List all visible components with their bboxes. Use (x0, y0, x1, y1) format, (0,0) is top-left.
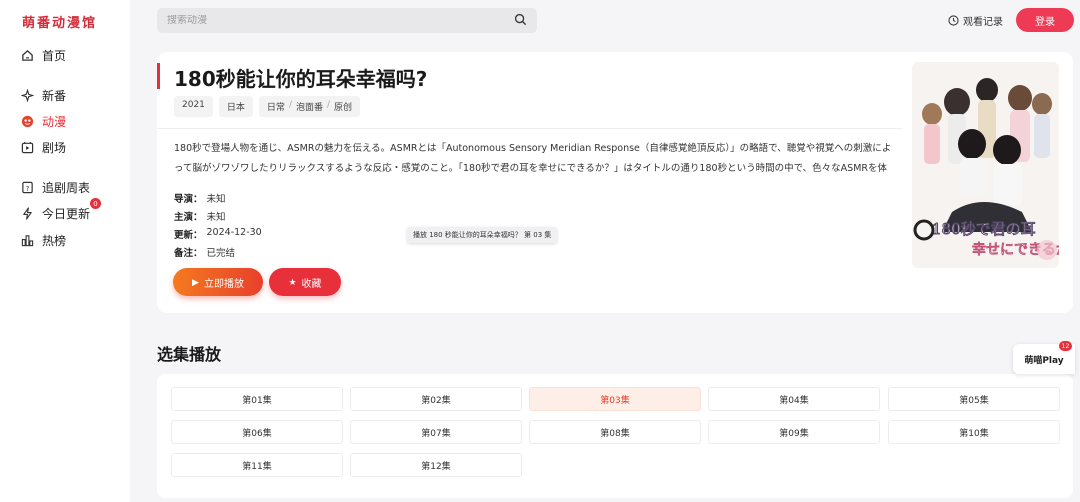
floating-widget-label: 萌喵Play (1024, 355, 1064, 366)
sidebar-item-today[interactable]: 今日更新 0 (20, 198, 101, 222)
tag-genre[interactable]: 原创 (334, 100, 352, 113)
watch-history-label: 观看记录 (963, 17, 1003, 28)
search-bar (157, 8, 537, 33)
meta-updated: 更新： 2024-12-30 (174, 227, 262, 241)
episode-button[interactable]: 第12集 (350, 453, 522, 477)
notification-badge: 0 (90, 198, 101, 209)
calendar-question-icon: ? (20, 181, 34, 195)
meta-label: 更新： (174, 230, 203, 241)
tag-separator: / (327, 100, 331, 110)
sidebar-item-schedule[interactable]: ? 追剧周表 (20, 179, 90, 196)
episode-button[interactable]: 第10集 (888, 420, 1060, 444)
episodes-section-title: 选集播放 (157, 345, 222, 364)
meta-director: 导演： 未知 (174, 191, 226, 205)
tag-genre[interactable]: 日常 (267, 100, 285, 113)
clock-icon (948, 15, 959, 26)
episode-button-active[interactable]: 第03集 (529, 387, 701, 411)
sidebar-item-theater[interactable]: 剧场 (20, 139, 66, 156)
title-accent-bar (157, 63, 160, 89)
sidebar: 萌番动漫馆 首页 新番 动漫 剧场 ? 追剧周表 今日更新 0 热榜 (0, 0, 130, 502)
play-now-label: 立即播放 (203, 278, 244, 290)
episode-button[interactable]: 第01集 (171, 387, 343, 411)
play-tooltip: 播放 180 秒能让你的耳朵幸福吗？ 第 03 集 (407, 227, 558, 243)
meta-note: 备注： 已完结 (174, 245, 235, 259)
sidebar-item-label: 追剧周表 (42, 181, 91, 195)
sidebar-item-ranking[interactable]: 热榜 (20, 232, 66, 249)
meta-label: 备注： (174, 248, 203, 259)
episode-button[interactable]: 第09集 (708, 420, 880, 444)
poster-image[interactable]: 180秒で君の耳 幸せにできるか (912, 62, 1059, 268)
meta-cast: 主演： 未知 (174, 209, 226, 223)
svg-text:180秒で君の耳: 180秒で君の耳 (932, 220, 1036, 238)
sidebar-item-label: 首页 (42, 49, 67, 63)
theater-icon (20, 141, 34, 155)
episode-button[interactable]: 第08集 (529, 420, 701, 444)
episode-button[interactable]: 第07集 (350, 420, 522, 444)
site-logo[interactable]: 萌番动漫馆 (22, 12, 97, 31)
episode-button[interactable]: 第11集 (171, 453, 343, 477)
favorite-button[interactable]: ★ 收藏 (269, 268, 341, 296)
episode-button[interactable]: 第06集 (171, 420, 343, 444)
login-button[interactable]: 登录 (1016, 8, 1074, 32)
meta-label: 主演： (174, 212, 203, 223)
lightning-icon (20, 207, 34, 221)
anime-detail-card: 180秒能让你的耳朵幸福吗? 2021 日本 日常 / 泡面番 / 原创 180… (157, 52, 1073, 313)
sidebar-item-label: 动漫 (42, 115, 67, 129)
watch-history-link[interactable]: 观看记录 (948, 13, 1003, 28)
play-now-button[interactable]: ▶ 立即播放 (173, 268, 263, 296)
sidebar-item-label: 剧场 (42, 141, 67, 155)
episode-button[interactable]: 第05集 (888, 387, 1060, 411)
sidebar-item-label: 今日更新 (42, 207, 91, 221)
svg-text:?: ? (25, 185, 29, 193)
sidebar-item-label: 新番 (42, 89, 67, 103)
episode-grid: 第01集 第02集 第03集 第04集 第05集 第06集 第07集 第08集 … (157, 374, 1073, 498)
tag-genres: 日常 / 泡面番 / 原创 (258, 96, 361, 117)
search-input[interactable] (167, 15, 514, 26)
chart-icon (20, 234, 34, 248)
star-icon: ★ (288, 276, 297, 287)
play-icon: ▶ (192, 276, 199, 287)
favorite-label: 收藏 (301, 278, 322, 290)
anime-icon (20, 115, 34, 129)
sidebar-item-new[interactable]: 新番 (20, 87, 66, 104)
tag-year[interactable]: 2021 (174, 96, 213, 117)
floating-widget-badge: 12 (1059, 341, 1072, 351)
meta-value: 未知 (206, 212, 226, 223)
home-icon (20, 49, 34, 63)
meta-value: 已完结 (206, 248, 236, 259)
sidebar-item-anime[interactable]: 动漫 (20, 113, 66, 130)
tag-list: 2021 日本 日常 / 泡面番 / 原创 (174, 96, 361, 117)
page-title: 180秒能让你的耳朵幸福吗? (174, 67, 428, 91)
sidebar-item-label: 热榜 (42, 234, 67, 248)
sidebar-item-home[interactable]: 首页 (20, 47, 66, 64)
meta-value: 2024-12-30 (206, 227, 262, 238)
description: 180秒で登場人物を通じ、ASMRの魅力を伝える。ASMRとは「Autonomo… (174, 143, 892, 174)
episode-button[interactable]: 第04集 (708, 387, 880, 411)
sparkle-icon (20, 89, 34, 103)
search-icon[interactable] (514, 11, 527, 30)
tag-region[interactable]: 日本 (218, 96, 253, 117)
tag-genre[interactable]: 泡面番 (296, 100, 323, 113)
divider (157, 128, 902, 129)
tag-separator: / (288, 100, 292, 110)
meta-label: 导演： (174, 194, 203, 205)
meta-value: 未知 (206, 194, 226, 205)
episode-button[interactable]: 第02集 (350, 387, 522, 411)
